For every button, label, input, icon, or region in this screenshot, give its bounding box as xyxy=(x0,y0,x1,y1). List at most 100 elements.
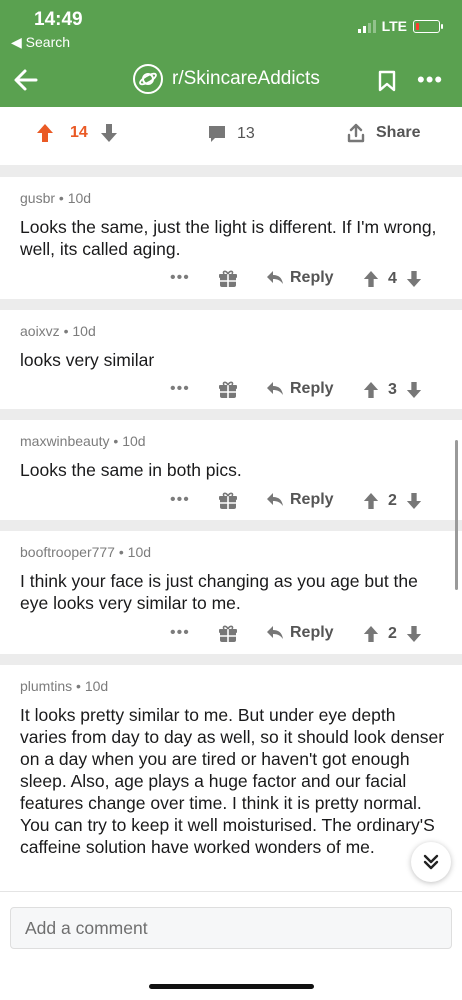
post-vote-group: 14 xyxy=(36,123,118,143)
comment-vote-group: 2 xyxy=(363,492,422,510)
comment-actions: ••• Reply 4 xyxy=(0,269,462,293)
section-divider xyxy=(0,520,462,531)
comment-body: It looks pretty similar to me. But under… xyxy=(20,705,445,857)
section-divider xyxy=(0,409,462,420)
comments-count: 13 xyxy=(237,125,255,142)
upvote-arrow-icon[interactable] xyxy=(363,270,379,288)
comment-author[interactable]: booftrooper777 xyxy=(20,544,115,560)
subreddit-name: r/SkincareAddicts xyxy=(172,68,320,89)
downvote-arrow-icon[interactable] xyxy=(406,381,422,399)
comment-vote-group: 3 xyxy=(363,381,422,399)
comment-card: booftrooper777 • 10d I think your face i… xyxy=(0,531,462,654)
upvote-arrow-icon[interactable] xyxy=(363,625,379,643)
downvote-arrow-icon[interactable] xyxy=(406,270,422,288)
comment-meta: booftrooper777 • 10d xyxy=(20,544,152,560)
comments-count-button[interactable]: 13 xyxy=(207,124,255,144)
gift-icon[interactable] xyxy=(218,269,238,289)
reply-label: Reply xyxy=(290,624,334,641)
reply-icon xyxy=(267,626,283,639)
comment-age: 10d xyxy=(67,190,92,206)
comment-card: plumtins • 10d It looks pretty similar t… xyxy=(0,665,462,891)
comment-body: I think your face is just changing as yo… xyxy=(20,571,418,613)
comment-age: 10d xyxy=(122,433,146,449)
upvote-arrow-icon[interactable] xyxy=(36,123,54,143)
more-icon[interactable]: ••• xyxy=(417,69,443,91)
home-indicator[interactable] xyxy=(149,984,314,989)
reply-icon xyxy=(267,493,283,506)
planet-icon xyxy=(133,64,163,94)
upvote-arrow-icon[interactable] xyxy=(363,381,379,399)
comment-actions: ••• Reply 3 xyxy=(0,380,462,404)
comment-bubble-icon xyxy=(209,126,225,142)
comment-more-icon[interactable]: ••• xyxy=(170,269,190,287)
comment-body: looks very similar xyxy=(20,350,155,370)
comment-meta: gusbr • 10d xyxy=(20,190,92,206)
downvote-arrow-icon[interactable] xyxy=(100,123,118,143)
post-action-bar: 14 13 Share xyxy=(0,107,462,165)
subreddit-header[interactable]: r/SkincareAddicts xyxy=(133,64,320,94)
downvote-arrow-icon[interactable] xyxy=(406,625,422,643)
upvote-arrow-icon[interactable] xyxy=(363,492,379,510)
comment-actions: ••• Reply 2 xyxy=(0,624,462,648)
comment-author[interactable]: aoixvz xyxy=(20,323,60,339)
network-label: LTE xyxy=(381,18,407,34)
battery-icon xyxy=(413,19,443,33)
reply-label: Reply xyxy=(290,269,334,286)
signal-icon xyxy=(357,19,376,33)
post-score: 14 xyxy=(70,124,88,141)
double-chevron-down-icon xyxy=(423,854,439,870)
comment-more-icon[interactable]: ••• xyxy=(170,380,190,398)
comment-score: 4 xyxy=(388,270,397,287)
comment-vote-group: 2 xyxy=(363,625,422,643)
comment-meta: plumtins • 10d xyxy=(20,678,109,694)
comment-meta: maxwinbeauty • 10d xyxy=(20,433,146,449)
comment-author[interactable]: gusbr xyxy=(20,190,55,206)
comment-more-icon[interactable]: ••• xyxy=(170,491,190,509)
reply-label: Reply xyxy=(290,380,334,397)
comment-author[interactable]: maxwinbeauty xyxy=(20,433,110,449)
comment-more-icon[interactable]: ••• xyxy=(170,624,190,642)
comment-age: 10d xyxy=(72,323,96,339)
section-divider xyxy=(0,165,462,177)
comment-body: Looks the same in both pics. xyxy=(20,460,242,480)
reply-label: Reply xyxy=(290,491,334,508)
comment-score: 2 xyxy=(388,492,397,509)
comment-body: Looks the same, just the light is differ… xyxy=(20,217,437,259)
comment-vote-group: 4 xyxy=(363,270,422,288)
battery-level xyxy=(416,22,419,30)
reply-button[interactable]: Reply xyxy=(266,269,334,287)
jump-to-next-comment-button[interactable] xyxy=(411,842,451,882)
comment-card: aoixvz • 10d looks very similar ••• Repl… xyxy=(0,310,462,409)
share-label: Share xyxy=(376,124,421,141)
reply-button[interactable]: Reply xyxy=(266,624,334,642)
reply-icon xyxy=(267,271,283,284)
back-arrow-icon[interactable] xyxy=(12,66,40,94)
reply-button[interactable]: Reply xyxy=(266,491,334,509)
reply-button[interactable]: Reply xyxy=(266,380,334,398)
comment-age: 10d xyxy=(127,544,152,560)
comment-age: 10d xyxy=(84,678,109,694)
comment-meta: aoixvz • 10d xyxy=(20,323,96,339)
section-divider xyxy=(0,299,462,310)
top-bar: 14:49 ◀ Search LTE r/SkincareAddicts ••• xyxy=(0,0,462,107)
gift-icon[interactable] xyxy=(218,380,238,400)
back-to-search-link[interactable]: ◀ Search xyxy=(11,34,70,51)
downvote-arrow-icon[interactable] xyxy=(406,492,422,510)
status-time: 14:49 xyxy=(34,9,83,30)
comment-author[interactable]: plumtins xyxy=(20,678,72,694)
share-icon xyxy=(347,123,365,143)
share-button[interactable]: Share xyxy=(346,123,420,143)
reply-icon xyxy=(267,382,283,395)
scrollbar[interactable] xyxy=(455,440,458,590)
comment-card: gusbr • 10d Looks the same, just the lig… xyxy=(0,177,462,299)
bookmark-icon[interactable] xyxy=(378,70,396,92)
add-comment-input[interactable] xyxy=(10,907,452,949)
comment-score: 2 xyxy=(388,625,397,642)
comment-score: 3 xyxy=(388,381,397,398)
status-indicators: LTE xyxy=(357,18,443,34)
section-divider xyxy=(0,654,462,665)
gift-icon[interactable] xyxy=(218,491,238,511)
comment-actions: ••• Reply 2 xyxy=(0,491,462,515)
gift-icon[interactable] xyxy=(218,624,238,644)
comment-card: maxwinbeauty • 10d Looks the same in bot… xyxy=(0,420,462,520)
